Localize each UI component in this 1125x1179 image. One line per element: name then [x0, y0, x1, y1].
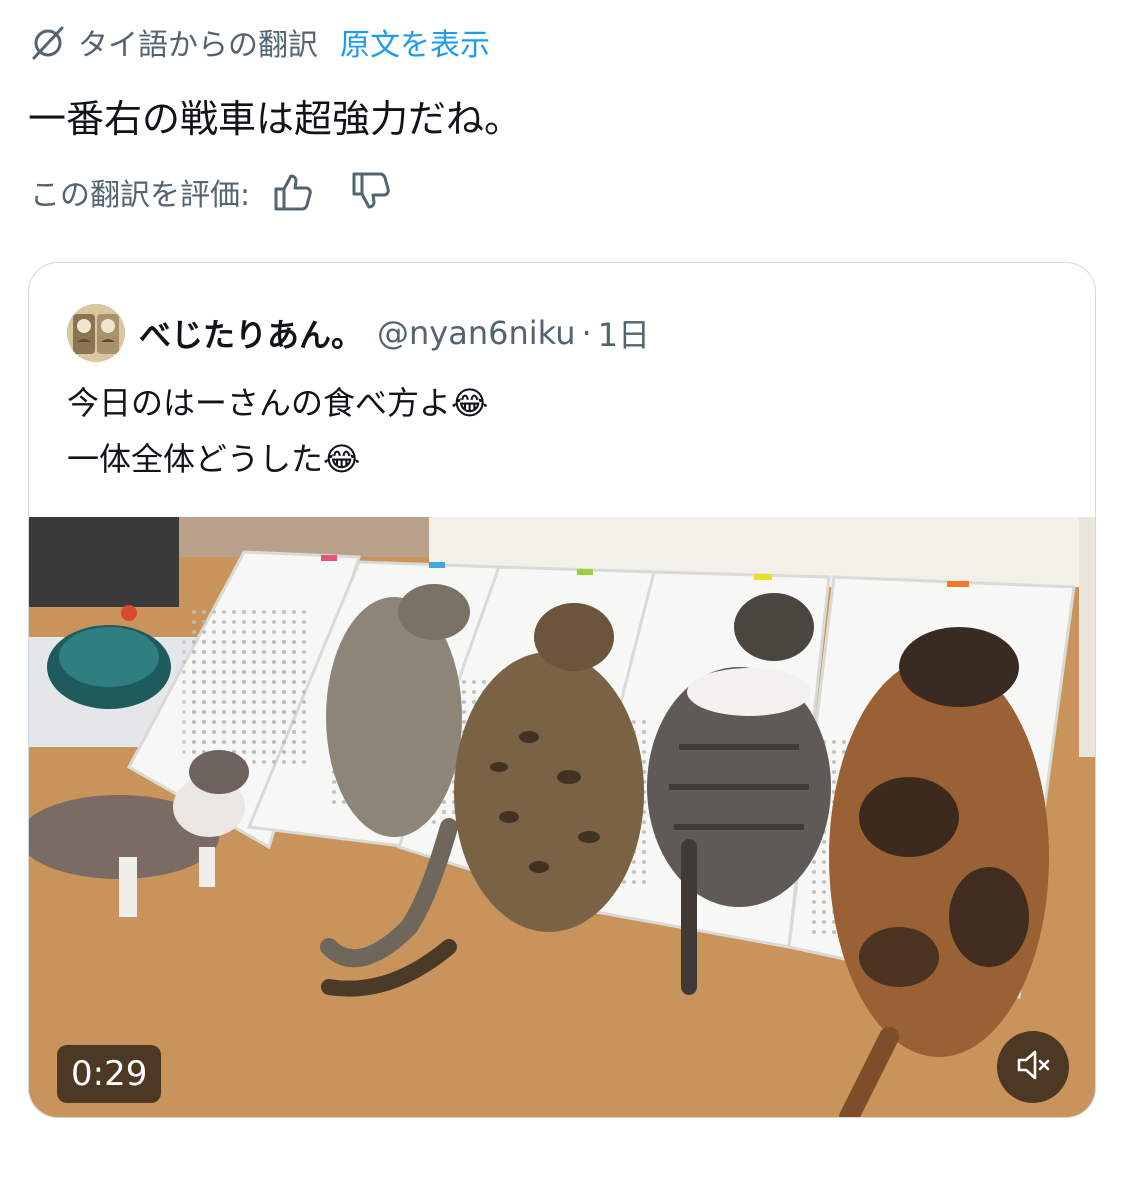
quoted-timestamp[interactable]: 1日 [598, 310, 650, 356]
quoted-tweet-text: 今日のはーさんの食べ方よ😂 一体全体どうした😂 [67, 375, 488, 487]
show-original-link[interactable]: 原文を表示 [340, 20, 490, 64]
quoted-text-line-1: 今日のはーさんの食べ方よ😂 [67, 384, 489, 422]
quoted-text-line-2: 一体全体どうした😂 [67, 440, 361, 478]
translated-tweet-text: 一番右の戦車は超強力だね。 [28, 97, 523, 141]
avatar[interactable] [67, 304, 125, 362]
laughing-tears-emoji: 😂 [451, 384, 489, 422]
thumbs-down-icon[interactable] [348, 168, 396, 216]
thumbs-up-icon[interactable] [270, 168, 318, 216]
speaker-muted-icon [1013, 1045, 1053, 1089]
video-duration-badge: 0:29 [57, 1045, 162, 1103]
video-frame-cats-eating [29, 517, 1095, 1117]
translate-globe-icon [28, 22, 68, 62]
separator-dot: · [581, 314, 592, 352]
rate-translation-label: この翻訳を評価: [30, 178, 251, 213]
translation-label-row: タイ語からの翻訳 原文を表示 [28, 20, 490, 64]
quoted-tweet-card[interactable]: べじたりあん。 @nyan6niku · 1日 今日のはーさんの食べ方よ😂 一体… [28, 262, 1096, 1118]
quoted-handle[interactable]: @nyan6niku [377, 314, 575, 352]
translation-source-label: タイ語からの翻訳 [78, 28, 318, 63]
quoted-tweet-header: べじたりあん。 @nyan6niku · 1日 [67, 303, 650, 363]
video-player[interactable]: 0:29 [29, 517, 1095, 1117]
laughing-tears-emoji: 😂 [323, 440, 361, 478]
quoted-display-name[interactable]: べじたりあん。 [139, 310, 363, 356]
mute-button[interactable] [997, 1031, 1069, 1103]
rate-translation-row: この翻訳を評価: [30, 166, 396, 218]
